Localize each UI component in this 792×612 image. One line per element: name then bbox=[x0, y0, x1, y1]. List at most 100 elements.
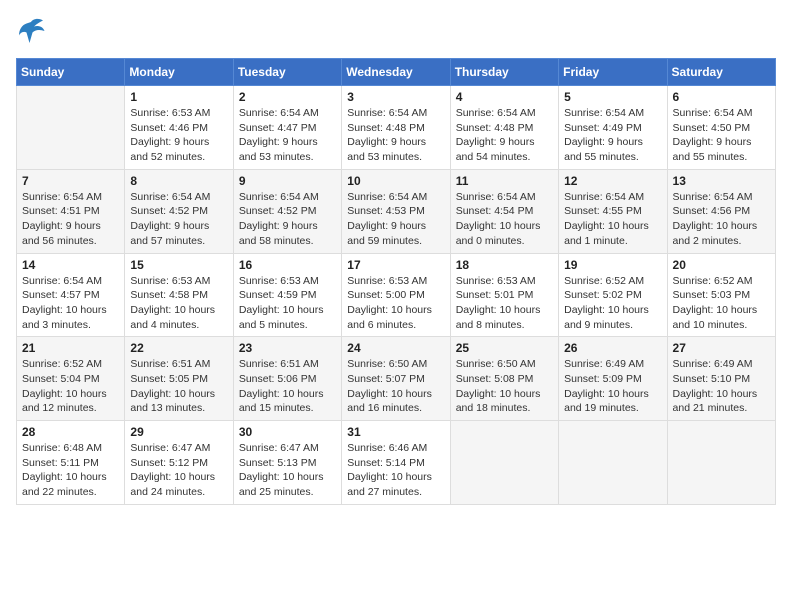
day-number: 28 bbox=[22, 425, 119, 439]
calendar-header-sunday: Sunday bbox=[17, 59, 125, 86]
day-info: Sunrise: 6:52 AMSunset: 5:02 PMDaylight:… bbox=[564, 274, 661, 333]
calendar-cell: 27 Sunrise: 6:49 AMSunset: 5:10 PMDayligh… bbox=[667, 337, 775, 421]
day-info: Sunrise: 6:54 AMSunset: 4:54 PMDaylight:… bbox=[456, 190, 553, 249]
calendar-header-tuesday: Tuesday bbox=[233, 59, 341, 86]
calendar-week-3: 14 Sunrise: 6:54 AMSunset: 4:57 PMDayligh… bbox=[17, 253, 776, 337]
day-info: Sunrise: 6:54 AMSunset: 4:51 PMDaylight:… bbox=[22, 190, 119, 249]
calendar-cell: 31 Sunrise: 6:46 AMSunset: 5:14 PMDayligh… bbox=[342, 421, 450, 505]
day-number: 19 bbox=[564, 258, 661, 272]
calendar-cell: 21Sunrise: 6:52 AMSunset: 5:04 PMDayligh… bbox=[17, 337, 125, 421]
calendar-cell: 13 Sunrise: 6:54 AMSunset: 4:56 PMDayligh… bbox=[667, 169, 775, 253]
day-info: Sunrise: 6:54 AMSunset: 4:49 PMDaylight:… bbox=[564, 106, 661, 165]
calendar-cell: 3 Sunrise: 6:54 AMSunset: 4:48 PMDaylight… bbox=[342, 86, 450, 170]
calendar-cell: 8 Sunrise: 6:54 AMSunset: 4:52 PMDaylight… bbox=[125, 169, 233, 253]
calendar-cell: 22Sunrise: 6:51 AMSunset: 5:05 PMDayligh… bbox=[125, 337, 233, 421]
day-info: Sunrise: 6:54 AMSunset: 4:48 PMDaylight:… bbox=[456, 106, 553, 165]
day-number: 29 bbox=[130, 425, 227, 439]
day-info: Sunrise: 6:53 AMSunset: 5:01 PMDaylight:… bbox=[456, 274, 553, 333]
calendar-cell: 29 Sunrise: 6:47 AMSunset: 5:12 PMDayligh… bbox=[125, 421, 233, 505]
day-info: Sunrise: 6:53 AMSunset: 4:59 PMDaylight:… bbox=[239, 274, 336, 333]
calendar-cell bbox=[17, 86, 125, 170]
calendar-cell: 28 Sunrise: 6:48 AMSunset: 5:11 PMDayligh… bbox=[17, 421, 125, 505]
calendar-header-friday: Friday bbox=[559, 59, 667, 86]
day-number: 9 bbox=[239, 174, 336, 188]
day-info: Sunrise: 6:53 AMSunset: 4:58 PMDaylight:… bbox=[130, 274, 227, 333]
day-info: Sunrise: 6:49 AMSunset: 5:09 PMDaylight:… bbox=[564, 357, 661, 416]
day-number: 23 bbox=[239, 341, 336, 355]
calendar-cell: 25 Sunrise: 6:50 AMSunset: 5:08 PMDayligh… bbox=[450, 337, 558, 421]
day-number: 20 bbox=[673, 258, 770, 272]
day-info: Sunrise: 6:54 AMSunset: 4:52 PMDaylight:… bbox=[239, 190, 336, 249]
calendar-cell: 23Sunrise: 6:51 AMSunset: 5:06 PMDayligh… bbox=[233, 337, 341, 421]
calendar-cell: 24 Sunrise: 6:50 AMSunset: 5:07 PMDayligh… bbox=[342, 337, 450, 421]
day-number: 30 bbox=[239, 425, 336, 439]
day-info: Sunrise: 6:54 AMSunset: 4:53 PMDaylight:… bbox=[347, 190, 444, 249]
logo-icon bbox=[16, 16, 46, 46]
calendar-cell bbox=[450, 421, 558, 505]
calendar-header-row: SundayMondayTuesdayWednesdayThursdayFrid… bbox=[17, 59, 776, 86]
calendar-cell: 18Sunrise: 6:53 AMSunset: 5:01 PMDayligh… bbox=[450, 253, 558, 337]
calendar-cell: 2 Sunrise: 6:54 AMSunset: 4:47 PMDaylight… bbox=[233, 86, 341, 170]
day-number: 3 bbox=[347, 90, 444, 104]
day-number: 5 bbox=[564, 90, 661, 104]
day-number: 31 bbox=[347, 425, 444, 439]
calendar-cell bbox=[667, 421, 775, 505]
page-header bbox=[16, 16, 776, 46]
calendar-header-monday: Monday bbox=[125, 59, 233, 86]
calendar-cell: 4Sunrise: 6:54 AMSunset: 4:48 PMDaylight… bbox=[450, 86, 558, 170]
day-info: Sunrise: 6:54 AMSunset: 4:55 PMDaylight:… bbox=[564, 190, 661, 249]
calendar-cell: 19 Sunrise: 6:52 AMSunset: 5:02 PMDayligh… bbox=[559, 253, 667, 337]
calendar-cell: 1Sunrise: 6:53 AMSunset: 4:46 PMDaylight… bbox=[125, 86, 233, 170]
calendar-cell: 7 Sunrise: 6:54 AMSunset: 4:51 PMDaylight… bbox=[17, 169, 125, 253]
day-number: 27 bbox=[673, 341, 770, 355]
day-info: Sunrise: 6:48 AMSunset: 5:11 PMDaylight:… bbox=[22, 441, 119, 500]
calendar-week-2: 7 Sunrise: 6:54 AMSunset: 4:51 PMDaylight… bbox=[17, 169, 776, 253]
day-number: 2 bbox=[239, 90, 336, 104]
logo bbox=[16, 16, 50, 46]
day-info: Sunrise: 6:54 AMSunset: 4:57 PMDaylight:… bbox=[22, 274, 119, 333]
day-number: 11 bbox=[456, 174, 553, 188]
day-number: 10 bbox=[347, 174, 444, 188]
day-info: Sunrise: 6:49 AMSunset: 5:10 PMDaylight:… bbox=[673, 357, 770, 416]
calendar-cell: 30 Sunrise: 6:47 AMSunset: 5:13 PMDayligh… bbox=[233, 421, 341, 505]
day-number: 24 bbox=[347, 341, 444, 355]
calendar-cell: 14 Sunrise: 6:54 AMSunset: 4:57 PMDayligh… bbox=[17, 253, 125, 337]
day-info: Sunrise: 6:54 AMSunset: 4:47 PMDaylight:… bbox=[239, 106, 336, 165]
calendar-week-5: 28 Sunrise: 6:48 AMSunset: 5:11 PMDayligh… bbox=[17, 421, 776, 505]
day-info: Sunrise: 6:54 AMSunset: 4:50 PMDaylight:… bbox=[673, 106, 770, 165]
calendar-cell: 12 Sunrise: 6:54 AMSunset: 4:55 PMDayligh… bbox=[559, 169, 667, 253]
calendar-cell: 16 Sunrise: 6:53 AMSunset: 4:59 PMDayligh… bbox=[233, 253, 341, 337]
day-number: 1 bbox=[130, 90, 227, 104]
day-number: 8 bbox=[130, 174, 227, 188]
calendar-cell: 17Sunrise: 6:53 AMSunset: 5:00 PMDayligh… bbox=[342, 253, 450, 337]
day-info: Sunrise: 6:50 AMSunset: 5:08 PMDaylight:… bbox=[456, 357, 553, 416]
day-number: 14 bbox=[22, 258, 119, 272]
day-info: Sunrise: 6:51 AMSunset: 5:05 PMDaylight:… bbox=[130, 357, 227, 416]
day-info: Sunrise: 6:47 AMSunset: 5:12 PMDaylight:… bbox=[130, 441, 227, 500]
calendar-week-1: 1Sunrise: 6:53 AMSunset: 4:46 PMDaylight… bbox=[17, 86, 776, 170]
day-info: Sunrise: 6:47 AMSunset: 5:13 PMDaylight:… bbox=[239, 441, 336, 500]
day-info: Sunrise: 6:46 AMSunset: 5:14 PMDaylight:… bbox=[347, 441, 444, 500]
calendar-week-4: 21Sunrise: 6:52 AMSunset: 5:04 PMDayligh… bbox=[17, 337, 776, 421]
day-info: Sunrise: 6:50 AMSunset: 5:07 PMDaylight:… bbox=[347, 357, 444, 416]
day-info: Sunrise: 6:53 AMSunset: 5:00 PMDaylight:… bbox=[347, 274, 444, 333]
calendar-cell: 15Sunrise: 6:53 AMSunset: 4:58 PMDayligh… bbox=[125, 253, 233, 337]
day-info: Sunrise: 6:54 AMSunset: 4:52 PMDaylight:… bbox=[130, 190, 227, 249]
calendar-cell: 11 Sunrise: 6:54 AMSunset: 4:54 PMDayligh… bbox=[450, 169, 558, 253]
calendar-header-saturday: Saturday bbox=[667, 59, 775, 86]
day-number: 6 bbox=[673, 90, 770, 104]
day-number: 21 bbox=[22, 341, 119, 355]
calendar-header-thursday: Thursday bbox=[450, 59, 558, 86]
day-info: Sunrise: 6:52 AMSunset: 5:03 PMDaylight:… bbox=[673, 274, 770, 333]
day-number: 16 bbox=[239, 258, 336, 272]
day-number: 26 bbox=[564, 341, 661, 355]
calendar-cell: 20 Sunrise: 6:52 AMSunset: 5:03 PMDayligh… bbox=[667, 253, 775, 337]
day-number: 7 bbox=[22, 174, 119, 188]
calendar-cell bbox=[559, 421, 667, 505]
day-number: 13 bbox=[673, 174, 770, 188]
day-info: Sunrise: 6:54 AMSunset: 4:48 PMDaylight:… bbox=[347, 106, 444, 165]
day-number: 25 bbox=[456, 341, 553, 355]
calendar-header-wednesday: Wednesday bbox=[342, 59, 450, 86]
day-number: 12 bbox=[564, 174, 661, 188]
day-info: Sunrise: 6:54 AMSunset: 4:56 PMDaylight:… bbox=[673, 190, 770, 249]
